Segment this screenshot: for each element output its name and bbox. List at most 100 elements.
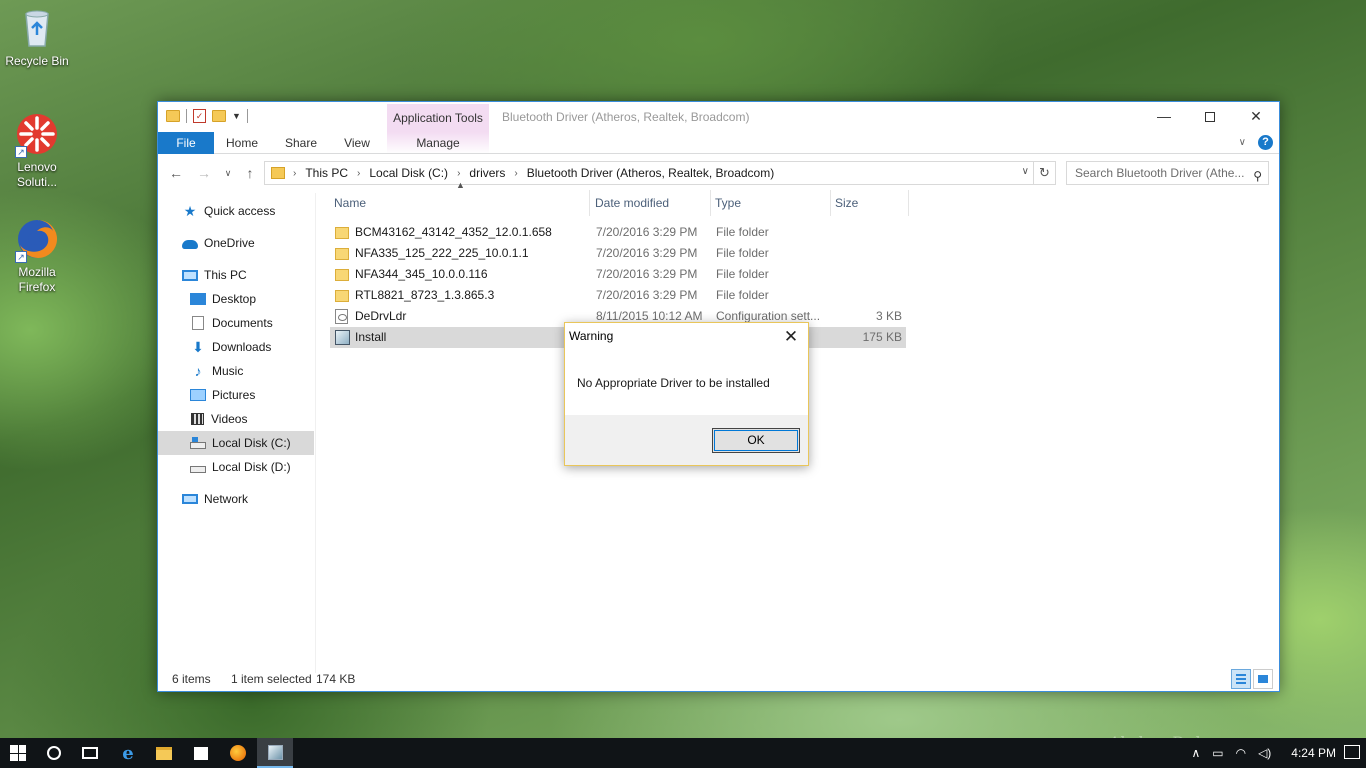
windows-logo-icon [10,745,26,761]
column-header-type[interactable]: Type [711,190,831,216]
action-center-icon[interactable] [1344,745,1360,759]
nav-item-desktop[interactable]: Desktop [158,287,314,311]
close-button[interactable]: ✕ [1233,102,1279,132]
quick-access-toolbar: ✓ ▼ [166,109,248,123]
taskbar-edge[interactable]: e [110,738,146,768]
folder-icon [335,268,349,281]
star-icon: ★ [183,203,197,219]
nav-item-pictures[interactable]: Pictures [158,383,314,407]
address-bar[interactable]: › This PC › Local Disk (C:) › drivers › … [264,161,1034,185]
maximize-icon [1205,112,1215,123]
nav-item-documents[interactable]: Documents [158,311,314,335]
column-header-date-modified[interactable]: Date modified [591,190,711,216]
title-bar: ✓ ▼ Application Tools Bluetooth Driver (… [158,102,1279,132]
nav-item-onedrive[interactable]: OneDrive [158,231,314,255]
firefox-icon: ↗ [15,217,59,263]
start-button[interactable] [0,738,36,768]
nav-item-downloads[interactable]: ⬇ Downloads [158,335,314,359]
taskbar-file-explorer[interactable] [146,738,182,768]
refresh-button[interactable]: ↻ [1034,161,1056,185]
tab-share[interactable]: Share [273,132,329,154]
file-row[interactable]: NFA344_345_10.0.0.116 7/20/2016 3:29 PM … [330,264,906,285]
customize-toolbar-dropdown-icon[interactable]: ▼ [232,111,241,121]
tab-home[interactable]: Home [214,132,270,154]
nav-item-label: Music [212,364,244,378]
file-name: DeDrvLdr [355,309,407,323]
installer-icon [267,744,283,760]
forward-button[interactable]: → [194,163,214,183]
desktop-icon-firefox[interactable]: ↗ Mozilla Firefox [0,217,74,295]
up-button[interactable]: ↑ [240,163,260,183]
downloads-icon: ⬇ [192,339,204,355]
cloud-icon [182,240,198,249]
nav-item-label: Network [204,492,249,506]
battery-icon[interactable]: ▭ [1212,746,1223,760]
help-icon[interactable]: ? [1258,135,1273,150]
task-view-icon [82,747,98,759]
search-placeholder: Search Bluetooth Driver (Athe... [1075,166,1245,180]
file-type: File folder [716,288,769,302]
address-dropdown-icon[interactable]: ∨ [1022,166,1029,177]
nav-item-label: Videos [211,412,248,426]
task-view-button[interactable] [72,738,108,768]
ribbon-controls: ∨ ? [1239,135,1273,150]
breadcrumb-chevron-icon[interactable]: › [457,168,460,179]
desktop-icon-recycle-bin[interactable]: Recycle Bin [0,6,74,69]
wifi-icon[interactable]: ◠ [1236,746,1246,760]
taskbar-store[interactable] [183,738,219,768]
properties-icon[interactable]: ✓ [193,109,206,123]
new-folder-icon[interactable] [212,110,226,122]
status-item-count: 6 items [172,672,211,686]
nav-item-this-pc[interactable]: This PC [158,263,314,287]
breadcrumb-chevron-icon[interactable]: › [357,168,360,179]
dialog-close-button[interactable]: ✕ [778,325,804,349]
warning-dialog: Warning ✕ No Appropriate Driver to be in… [564,322,809,466]
nav-item-videos[interactable]: Videos [158,407,314,431]
breadcrumb-chevron-icon[interactable]: › [514,168,517,179]
folder-icon [335,226,349,239]
column-header-size[interactable]: Size [831,190,909,216]
nav-item-quick-access[interactable]: ★ Quick access [158,199,314,223]
volume-icon[interactable]: ◁) [1258,746,1271,760]
nav-item-local-disk-d[interactable]: Local Disk (D:) [158,455,314,479]
ok-button[interactable]: OK [712,428,800,453]
nav-item-network[interactable]: Network [158,487,314,511]
minimize-button[interactable]: — [1141,102,1187,132]
back-button[interactable]: ← [166,163,186,183]
breadcrumb-local-disk-c[interactable]: Local Disk (C:) [369,166,448,180]
nav-item-local-disk-c[interactable]: Local Disk (C:) [158,431,314,455]
maximize-button[interactable] [1187,102,1233,132]
recycle-bin-icon [15,6,59,50]
large-icons-view-button[interactable] [1253,669,1273,689]
taskbar-installer[interactable] [257,738,293,768]
edge-icon: e [122,742,134,764]
breadcrumb-this-pc[interactable]: This PC [305,166,348,180]
folder-icon [166,110,180,122]
file-row[interactable]: RTL8821_8723_1.3.865.3 7/20/2016 3:29 PM… [330,285,906,306]
search-input[interactable]: Search Bluetooth Driver (Athe... ⚲ [1066,161,1269,185]
details-view-button[interactable] [1231,669,1251,689]
status-bar: 6 items 1 item selected 174 KB [158,667,1279,691]
cortana-button[interactable] [36,738,72,768]
file-row[interactable]: BCM43162_43142_4352_12.0.1.658 7/20/2016… [330,222,906,243]
desktop-icon-lenovo-solutions[interactable]: ↗ Lenovo Soluti... [0,112,74,190]
videos-icon [191,413,204,425]
nav-item-label: This PC [204,268,247,282]
tab-manage[interactable]: Manage [387,132,489,154]
navigation-bar: ← → ∨ ↑ › This PC › Local Disk (C:) › dr… [158,159,1279,187]
nav-item-label: OneDrive [204,236,255,250]
show-hidden-icons-icon[interactable]: ∧ [1191,746,1200,760]
tab-file[interactable]: File [158,132,214,154]
expand-ribbon-chevron-icon[interactable]: ∨ [1239,137,1246,148]
nav-item-music[interactable]: ♪ Music [158,359,314,383]
nav-item-label: Local Disk (D:) [212,460,291,474]
recent-locations-dropdown[interactable]: ∨ [218,163,238,183]
breadcrumb-drivers[interactable]: drivers [469,166,505,180]
file-row[interactable]: NFA335_125_222_225_10.0.1.1 7/20/2016 3:… [330,243,906,264]
column-header-name[interactable]: Name [330,190,590,216]
breadcrumb-chevron-icon[interactable]: › [293,168,296,179]
breadcrumb-current-folder[interactable]: Bluetooth Driver (Atheros, Realtek, Broa… [527,166,774,180]
taskbar-firefox[interactable] [220,738,256,768]
clock[interactable]: 4:24 PM [1291,746,1336,760]
tab-view[interactable]: View [329,132,385,154]
